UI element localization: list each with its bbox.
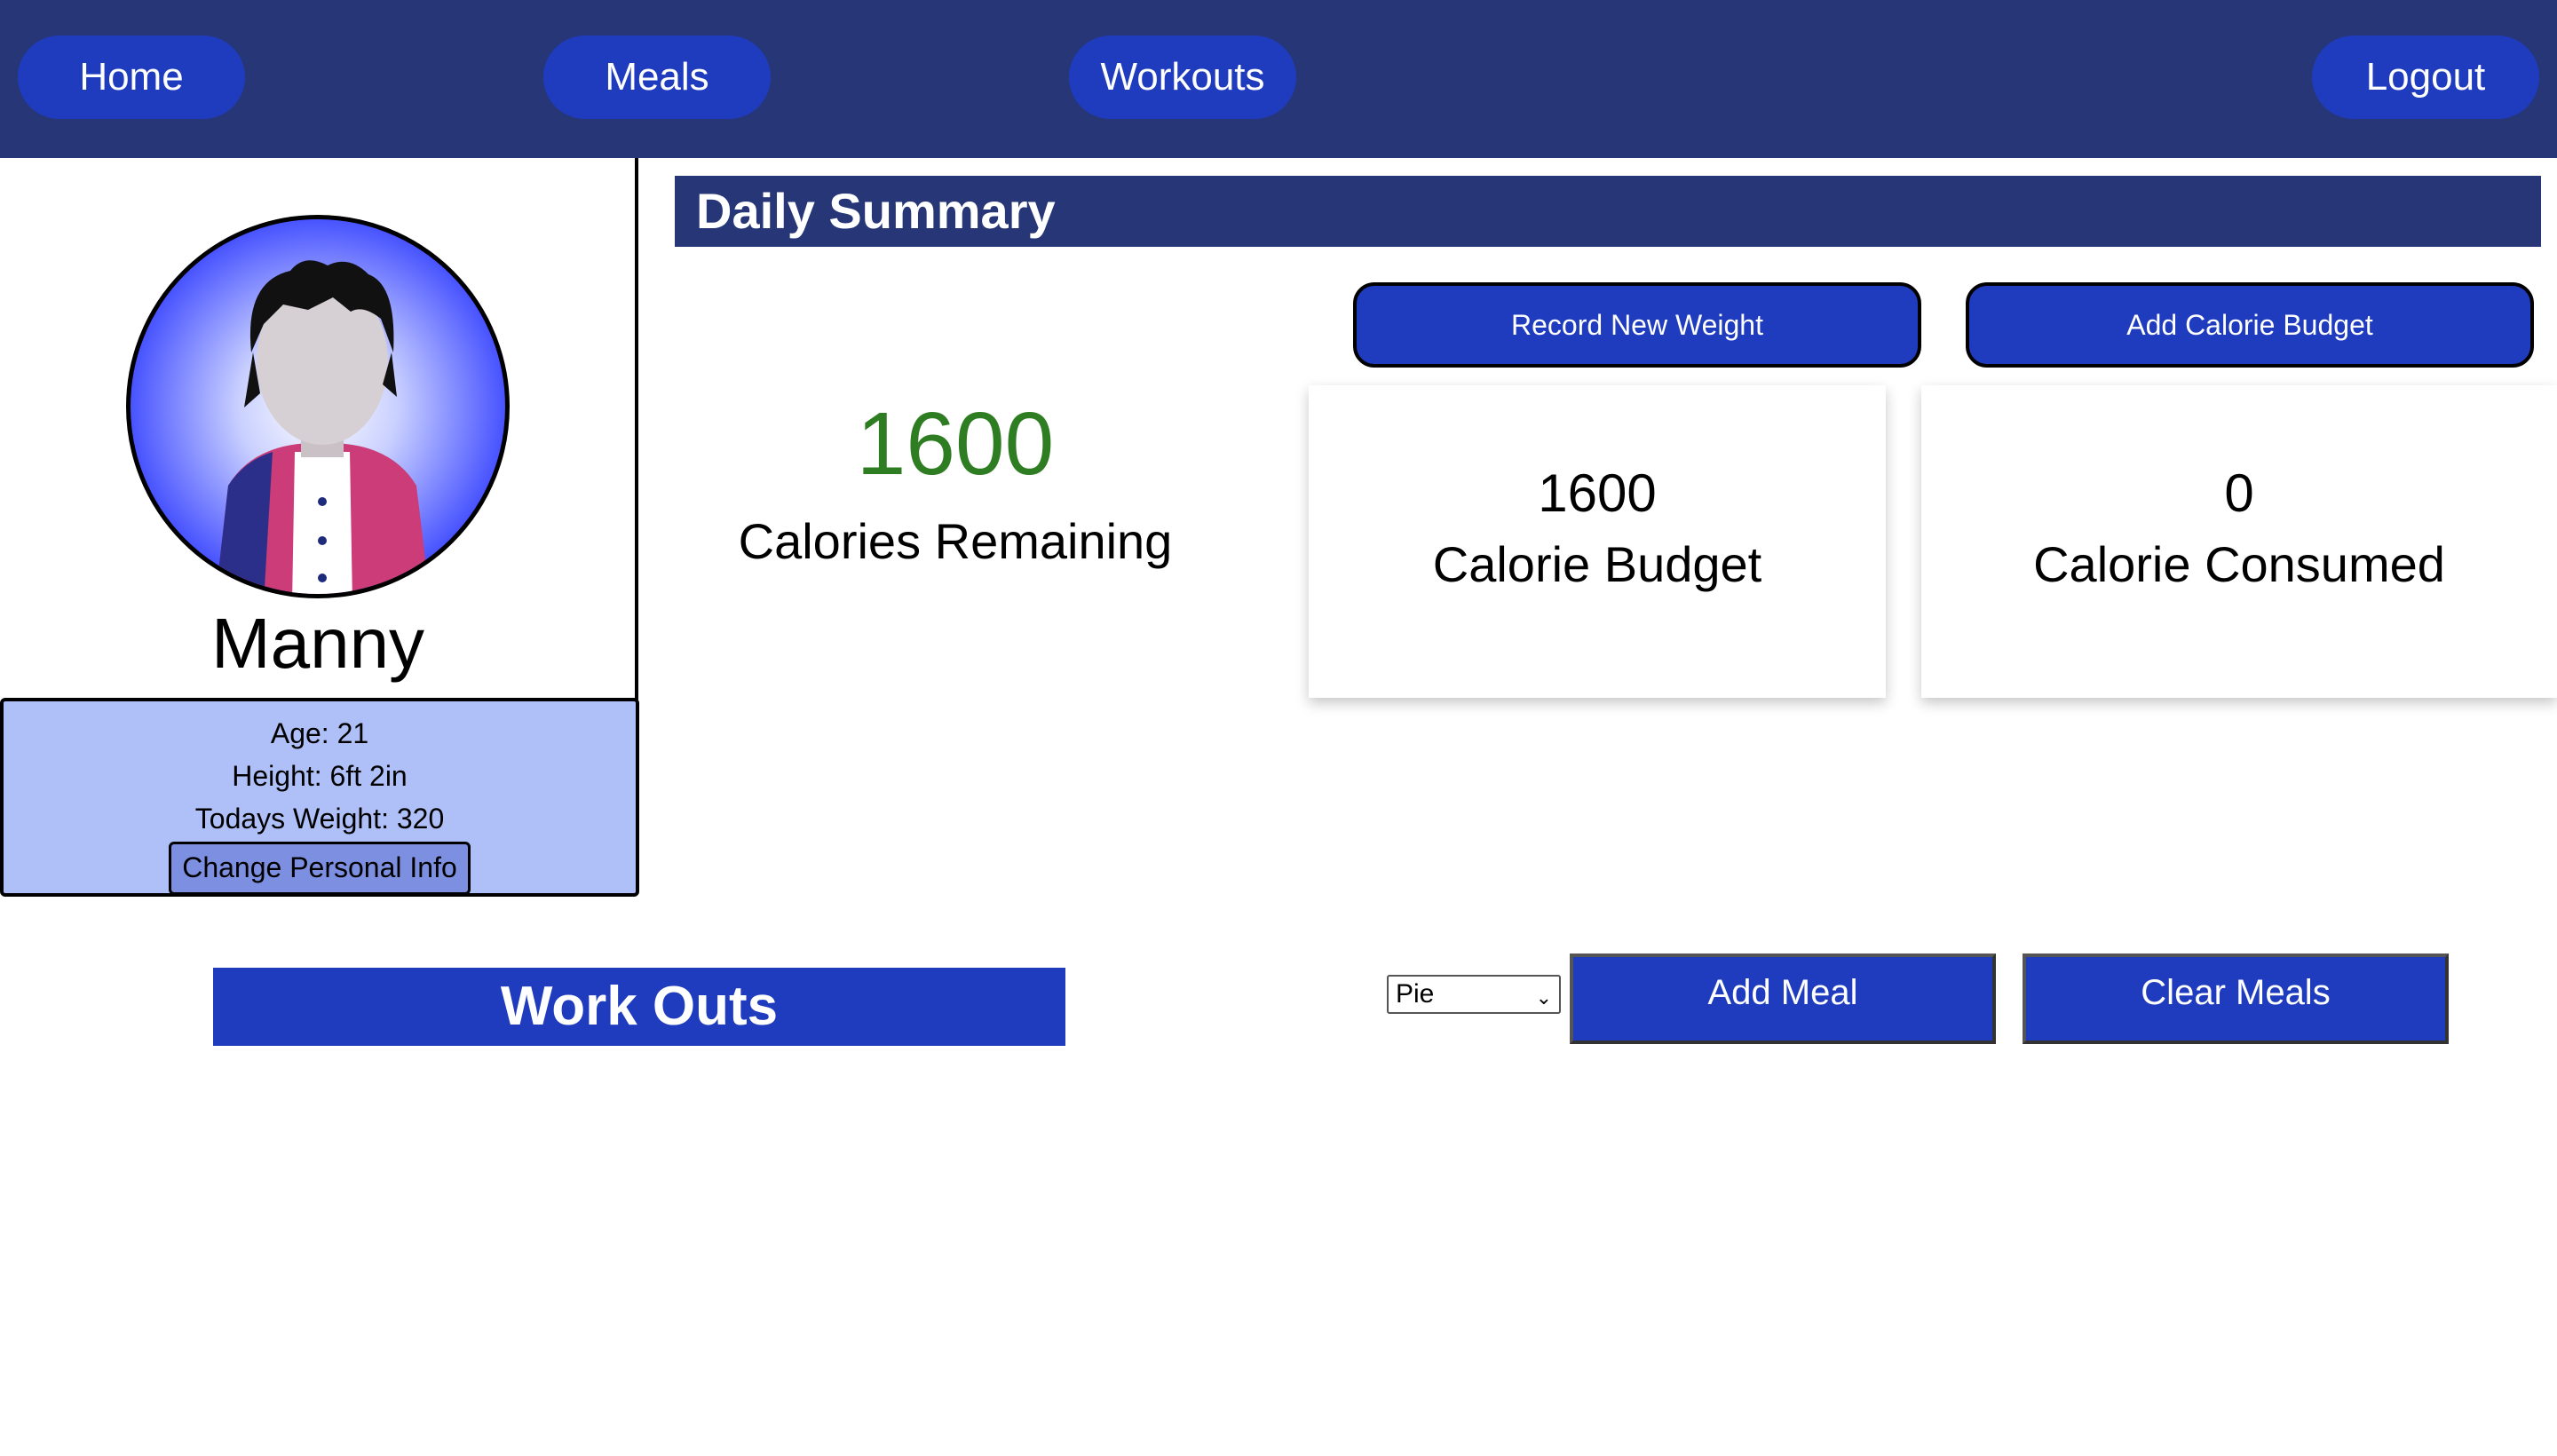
top-navbar: Home Meals Workouts Logout bbox=[0, 0, 2557, 158]
meal-select-value: Pie bbox=[1396, 979, 1435, 1009]
add-calorie-budget-button[interactable]: Add Calorie Budget bbox=[1966, 282, 2534, 368]
meal-select[interactable]: Pie ⌄ bbox=[1387, 975, 1561, 1014]
age-text: Age: 21 bbox=[270, 717, 369, 749]
clear-meals-button[interactable]: Clear Meals bbox=[2023, 954, 2449, 1044]
profile-name: Manny bbox=[210, 604, 425, 683]
calorie-consumed-card: 0 Calorie Consumed bbox=[1921, 385, 2557, 698]
workouts-header: Work Outs bbox=[213, 968, 1065, 1046]
calorie-budget-value: 1600 bbox=[1538, 463, 1657, 523]
avatar-illustration bbox=[216, 260, 430, 594]
nav-meals-button[interactable]: Meals bbox=[543, 36, 771, 119]
calorie-consumed-label: Calorie Consumed bbox=[2033, 536, 2445, 592]
calories-remaining-label: Calories Remaining bbox=[738, 513, 1173, 569]
calorie-budget-label: Calorie Budget bbox=[1432, 536, 1762, 592]
chevron-down-icon: ⌄ bbox=[1535, 986, 1552, 1009]
avatar bbox=[126, 215, 510, 598]
calorie-budget-card: 1600 Calorie Budget bbox=[1309, 385, 1886, 698]
record-new-weight-button[interactable]: Record New Weight bbox=[1353, 282, 1921, 368]
nav-logout-button[interactable]: Logout bbox=[2312, 36, 2539, 119]
calorie-consumed-value: 0 bbox=[2224, 463, 2254, 523]
weight-text: Todays Weight: 320 bbox=[194, 803, 445, 835]
change-personal-info-button[interactable]: Change Personal Info bbox=[169, 842, 471, 895]
calories-remaining-value: 1600 bbox=[856, 394, 1055, 494]
height-text: Height: 6ft 2in bbox=[232, 760, 408, 792]
nav-home-button[interactable]: Home bbox=[18, 36, 245, 119]
nav-workouts-button[interactable]: Workouts bbox=[1069, 36, 1296, 119]
personal-info-box: Age: 21 Height: 6ft 2in Todays Weight: 3… bbox=[0, 698, 639, 897]
add-meal-button[interactable]: Add Meal bbox=[1570, 954, 1996, 1044]
daily-summary-header: Daily Summary bbox=[675, 176, 2541, 247]
